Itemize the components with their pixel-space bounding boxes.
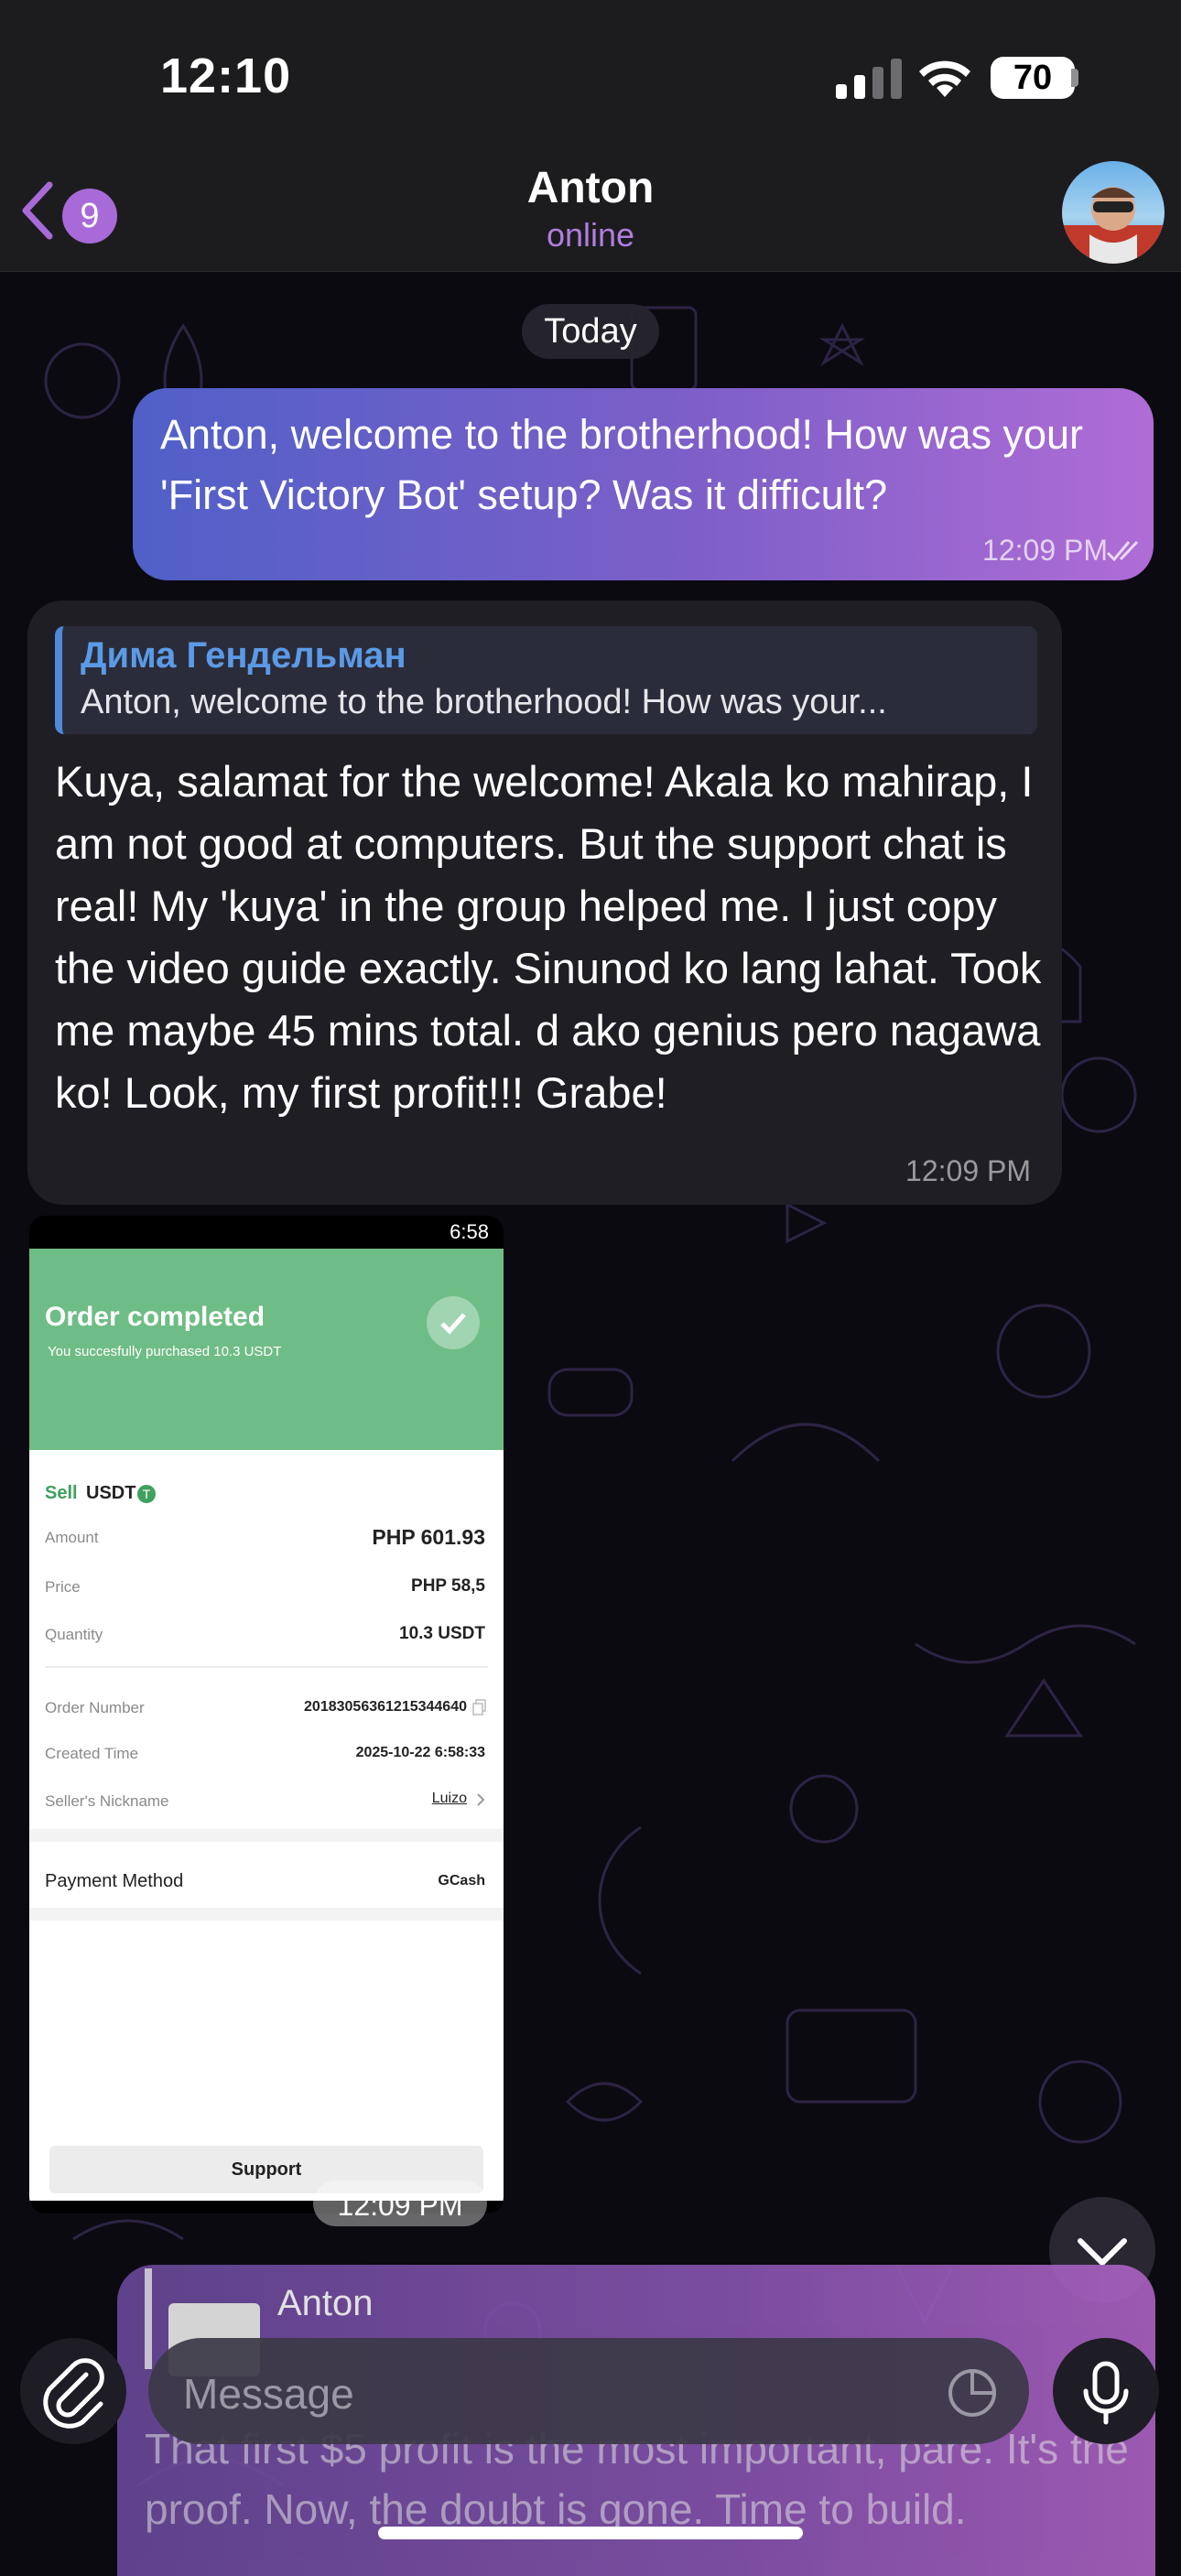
attach-button[interactable] [20,2338,126,2444]
row-label: Created Time [45,1745,139,1762]
incoming-message[interactable]: Дима Гендельман Anton, welcome to the br… [27,601,1062,1205]
row-label: Amount [45,1529,99,1546]
row-value: 20183056361215344640 [304,1699,467,1715]
double-check-icon [1106,540,1139,562]
row-value: PHP 58,5 [411,1576,485,1596]
screenshot-status-bar: 6:58 [29,1216,504,1249]
message-text: Anton, welcome to the brotherhood! How w… [160,411,1084,518]
preview-name: Anton [277,2283,374,2323]
clock: 12:10 [160,49,292,103]
quote-bar [145,2268,152,2369]
message-input[interactable]: Message [148,2338,1029,2444]
message-placeholder: Message [183,2370,354,2418]
check-circle-icon [427,1296,480,1349]
row-label: Seller's Nickname [45,1792,169,1810]
avatar-photo [1062,187,1165,264]
row-value: 10.3 USDT [399,1624,485,1643]
order-side: Sell [45,1483,78,1503]
section-band [29,1829,504,1842]
battery-tip [1071,69,1078,87]
row-label: Quantity [45,1626,103,1643]
row-label: Price [45,1578,81,1596]
chat-header: 9 Anton online [0,156,1181,272]
reply-quote[interactable]: Дима Гендельман Anton, welcome to the br… [55,626,1037,734]
screenshot-order-header: Order completed You succesfully purchase… [29,1249,504,1450]
screenshot-order-details: Sell USDT T Amount PHP 601.93 Price PHP … [29,1450,504,2201]
sticker-icon[interactable] [945,2365,1000,2420]
date-divider: Today [522,304,659,359]
payment-method-label: Payment Method [45,1871,184,1891]
section-band [29,1908,504,1921]
order-subtitle: You succesfully purchased 10.3 USDT [48,1344,282,1359]
outgoing-message[interactable]: Anton, welcome to the brotherhood! How w… [133,388,1154,580]
avatar[interactable] [1062,161,1165,264]
copy-icon [472,1699,486,1716]
order-title: Order completed [45,1302,265,1332]
tether-icon: T [137,1485,156,1503]
row-value: PHP 601.93 [372,1525,485,1549]
divider [45,1666,488,1668]
row-value: 2025-10-22 6:58:33 [355,1745,485,1760]
microphone-icon [1083,2361,1129,2425]
image-message[interactable]: 6:58 Order completed You succesfully pur… [29,1216,504,2213]
order-asset: USDT [86,1483,136,1503]
message-time: 12:09 PM [905,1154,1031,1187]
row-value: Luizo [431,1791,467,1806]
voice-button[interactable] [1053,2338,1159,2444]
wifi-icon [919,60,970,97]
battery-icon: 70 [991,57,1075,99]
reply-text: Anton, welcome to the brotherhood! How w… [81,683,887,721]
status-bar: 12:10 70 [0,0,1181,156]
image-time: 12:09 PM [313,2181,487,2226]
chevron-right-icon [477,1793,485,1806]
payment-method-value: GCash [438,1873,485,1889]
message-time: 12:09 PM [982,534,1108,567]
message-text: Kuya, salamat for the welcome! Akala ko … [55,757,1042,1117]
row-label: Order Number [45,1699,145,1716]
home-indicator[interactable] [378,2527,803,2539]
screenshot-time: 6:58 [450,1220,489,1243]
chat-title[interactable]: Anton [0,163,1181,213]
signal-icon [836,59,902,99]
paperclip-icon [43,2358,104,2429]
chat-status: online [546,216,635,254]
reply-author: Дима Гендельман [81,635,406,676]
